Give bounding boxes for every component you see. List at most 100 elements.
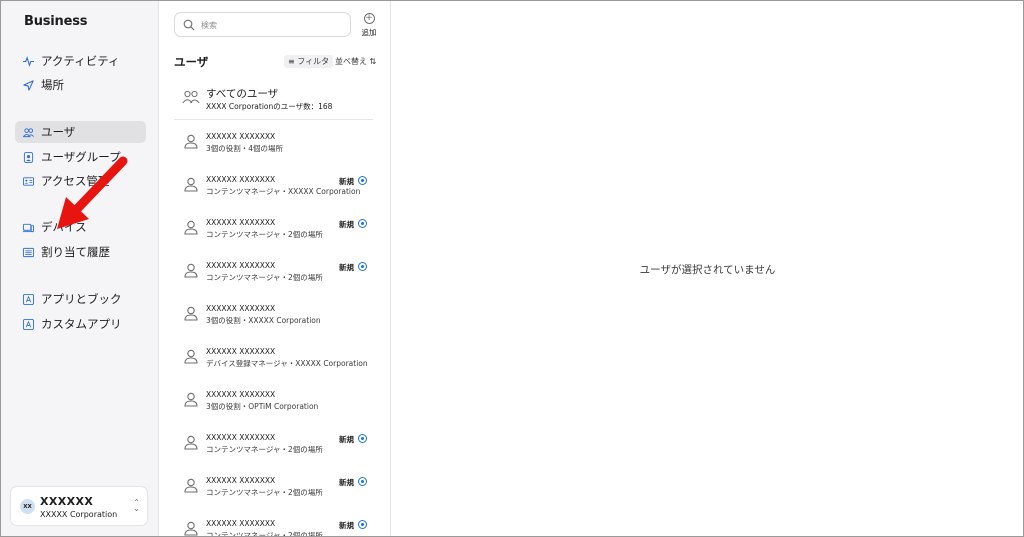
user-name: XXXXXX XXXXXXX: [206, 347, 276, 356]
user-name: XXXXXX XXXXXXX: [206, 433, 276, 442]
new-badge: 新規: [339, 478, 354, 487]
list-item[interactable]: XXXXXX XXXXXXX 3個の役割・OPTiM Corporation: [174, 383, 379, 426]
new-badge: 新規: [339, 521, 354, 530]
location-arrow-icon: [23, 79, 34, 91]
account-organization: XXXXX Corporation: [40, 510, 118, 519]
user-group-icon: [23, 151, 34, 163]
user-name: XXXXXX XXXXXXX: [206, 304, 276, 313]
all-users-row[interactable]: すべてのユーザ XXXX Corporationのユーザ数：168: [174, 81, 373, 120]
sidebar-item-custom-apps[interactable]: カスタムアプリ: [15, 313, 146, 335]
new-badge: 新規: [339, 263, 354, 272]
sidebar: Business アクティビティ 場所 ユーザ ユーザグループ アクセス管理 デ…: [1, 1, 159, 536]
new-indicator-icon: [358, 262, 367, 271]
user-name: XXXXXX XXXXXXX: [206, 519, 276, 528]
list-item[interactable]: XXXXXX XXXXXXX 3個の役割・XXXXX Corporation: [174, 297, 379, 340]
list-item[interactable]: XXXXXX XXXXXXX コンテンツマネージャ・2個の場所 新規: [174, 426, 379, 469]
user-icon: [184, 392, 198, 407]
list-item[interactable]: XXXXXX XXXXXXX 3個の役割・4個の場所: [174, 125, 379, 168]
avatar: XX: [20, 499, 35, 514]
user-summary: デバイス登録マネージャ・XXXXX Corporation: [206, 359, 368, 368]
user-summary: コンテンツマネージャ・2個の場所: [206, 230, 323, 239]
user-summary: 3個の役割・OPTiM Corporation: [206, 402, 319, 411]
id-card-icon: [23, 176, 34, 187]
new-indicator-icon: [358, 434, 367, 443]
add-user-button[interactable]: + 追加: [359, 13, 379, 39]
empty-state-message: ユーザが選択されていません: [639, 264, 776, 276]
sidebar-item-label: ユーザ: [41, 125, 76, 139]
user-name: XXXXXX XXXXXXX: [206, 132, 276, 141]
sidebar-item-label: デバイス: [41, 220, 87, 234]
sidebar-item-label: カスタムアプリ: [41, 317, 122, 331]
new-indicator-icon: [358, 520, 367, 529]
search-icon: [183, 19, 195, 31]
user-name: XXXXXX XXXXXXX: [206, 175, 276, 184]
sidebar-item-user-groups[interactable]: ユーザグループ: [15, 146, 146, 168]
user-name: XXXXXX XXXXXXX: [206, 261, 276, 270]
sidebar-item-devices[interactable]: デバイス: [15, 216, 146, 238]
list-title: ユーザ: [174, 55, 209, 69]
user-icon: [184, 177, 198, 192]
apple-business-manager-window: Business アクティビティ 場所 ユーザ ユーザグループ アクセス管理 デ…: [1, 1, 1023, 536]
activity-icon: [23, 55, 34, 67]
list-item[interactable]: XXXXXX XXXXXXX コンテンツマネージャ・2個の場所 新規: [174, 512, 379, 536]
sidebar-item-apps-and-books[interactable]: アプリとブック: [15, 288, 146, 310]
filter-icon: ≡: [288, 57, 295, 66]
users-icon: [182, 90, 200, 104]
new-badge: 新規: [339, 177, 354, 186]
user-name: XXXXXX XXXXXXX: [206, 390, 276, 399]
plus-circle-icon: +: [363, 13, 375, 24]
user-icon: [184, 349, 198, 364]
sidebar-item-activity[interactable]: アクティビティ: [15, 50, 146, 72]
sidebar-item-label: アクティビティ: [41, 54, 120, 68]
user-summary: 3個の役割・4個の場所: [206, 144, 284, 153]
sidebar-item-location[interactable]: 場所: [15, 74, 146, 96]
user-icon: [184, 306, 198, 321]
sidebar-item-assignment-history[interactable]: 割り当て履歴: [15, 241, 146, 263]
sidebar-item-label: ユーザグループ: [41, 150, 121, 164]
filter-label: フィルタ: [297, 57, 330, 66]
user-name: XXXXXX XXXXXXX: [206, 476, 276, 485]
list-item[interactable]: XXXXXX XXXXXXX コンテンツマネージャ・2個の場所 新規: [174, 211, 379, 254]
new-indicator-icon: [358, 219, 367, 228]
filter-button[interactable]: ≡ フィルタ: [284, 55, 334, 68]
all-users-count: XXXX Corporationのユーザ数：168: [206, 102, 333, 111]
list-item[interactable]: XXXXXX XXXXXXX コンテンツマネージャ・2個の場所 新規: [174, 254, 379, 297]
apps-icon: [23, 293, 34, 305]
user-icon: [184, 521, 198, 536]
sort-button[interactable]: 並べ替え ⇅: [335, 55, 376, 68]
user-icon: [184, 220, 198, 235]
sidebar-item-label: 場所: [41, 78, 64, 92]
sidebar-item-access-management[interactable]: アクセス管理: [15, 170, 146, 192]
account-switcher[interactable]: XX XXXXXX XXXXX Corporation ⌃ ⌄: [10, 486, 148, 526]
custom-app-icon: [23, 318, 34, 330]
user-icon: [184, 478, 198, 493]
sidebar-item-label: アプリとブック: [41, 292, 122, 306]
sidebar-item-users[interactable]: ユーザ: [15, 121, 146, 143]
sidebar-item-label: アクセス管理: [41, 174, 110, 188]
device-icon: [23, 222, 34, 233]
user-summary: コンテンツマネージャ・2個の場所: [206, 445, 323, 454]
search-box[interactable]: [174, 12, 351, 37]
users-icon: [23, 127, 34, 138]
user-name: XXXXXX XXXXXXX: [206, 218, 276, 227]
user-summary: コンテンツマネージャ・2個の場所: [206, 488, 323, 497]
user-summary: コンテンツマネージャ・2個の場所: [206, 531, 323, 536]
user-list-panel: + 追加 ユーザ ≡ フィルタ 並べ替え ⇅ すべてのユーザ XXXX Corp…: [160, 1, 391, 536]
search-input[interactable]: [201, 17, 341, 33]
list-item[interactable]: XXXXXX XXXXXXX デバイス登録マネージャ・XXXXX Corporat…: [174, 340, 379, 383]
new-indicator-icon: [358, 477, 367, 486]
sidebar-item-label: 割り当て履歴: [41, 245, 110, 259]
all-users-title: すべてのユーザ: [206, 88, 279, 100]
user-icon: [184, 263, 198, 278]
sort-label: 並べ替え: [335, 57, 367, 66]
user-summary: コンテンツマネージャ・XXXXX Corporation: [206, 187, 361, 196]
new-badge: 新規: [339, 220, 354, 229]
sort-arrows-icon: ⇅: [369, 57, 377, 66]
list-item[interactable]: XXXXXX XXXXXXX コンテンツマネージャ・XXXXX Corporati…: [174, 168, 379, 211]
history-list-icon: [23, 247, 34, 258]
user-summary: コンテンツマネージャ・2個の場所: [206, 273, 323, 282]
list-item[interactable]: XXXXXX XXXXXXX コンテンツマネージャ・2個の場所 新規: [174, 469, 379, 512]
app-logo: Business: [23, 14, 88, 29]
account-name: XXXXXX: [40, 495, 94, 508]
detail-panel: ユーザが選択されていません: [392, 1, 1023, 536]
